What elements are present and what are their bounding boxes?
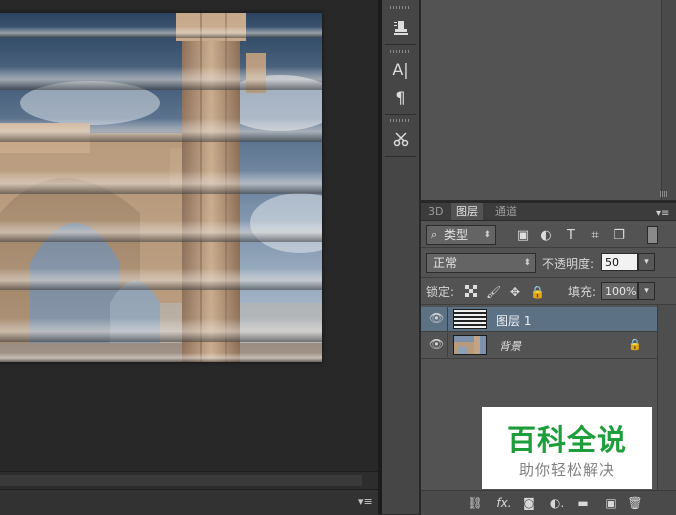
collapsed-panel-strip: A| ¶ [382,0,420,514]
strip-separator [385,44,416,45]
image-filter-icon[interactable]: ▣ [515,228,531,244]
smart-object-filter-icon[interactable]: ❐ [611,228,627,244]
layers-scrollbar[interactable] [657,305,676,490]
opacity-dropdown-icon[interactable]: ▾ [638,253,655,271]
new-adjustment-layer-icon[interactable]: ◐. [548,494,566,512]
blend-mode-select[interactable]: 正常 ⬍ [426,253,536,273]
row-separator [421,304,676,305]
search-icon: ⌕ [431,228,438,241]
lock-transparent-icon[interactable] [464,285,478,299]
fill-dropdown-icon[interactable]: ▾ [638,282,655,300]
document-status-bar: ▾≡ [0,489,378,515]
watermark-title: 百科全说 [506,423,627,457]
row-divider [447,307,448,331]
lock-label: 锁定: [426,285,455,299]
tool-presets-icon[interactable] [388,127,413,151]
new-group-icon[interactable]: ▬ [574,494,592,512]
layer-name[interactable]: 图层 1 [496,312,531,329]
layer-thumbnail-ruins [453,335,487,355]
watermark-subtitle: 助你轻松解决 [518,461,615,479]
layer-name[interactable]: 背景 [499,338,521,354]
opacity-label: 不透明度: [542,257,595,271]
tab-3d[interactable]: 3D [423,203,448,220]
delete-layer-icon[interactable]: 🗑 [626,494,644,512]
document-canvas-area[interactable]: ▾≡ [0,0,378,515]
row-separator [421,277,676,278]
tab-channels[interactable]: 通道 [490,203,522,220]
chevron-updown-icon: ⬍ [523,258,531,268]
strip-grip[interactable] [390,119,410,122]
layer-row-background[interactable]: 👁 背景 🔒 [421,333,657,357]
status-bar-menu-icon[interactable]: ▾≡ [358,495,373,508]
row-separator [421,358,657,359]
row-separator [421,247,676,248]
adjustment-filter-icon[interactable]: ◐ [538,228,554,244]
layer-style-icon[interactable]: fx. [495,494,513,512]
visibility-eye-icon[interactable]: 👁 [429,312,444,324]
row-separator [421,331,657,332]
watermark-logo: 百科全说 助你轻松解决 [482,407,652,489]
visibility-eye-icon[interactable]: 👁 [429,338,444,350]
lock-image-icon[interactable]: 🖌 [486,285,501,299]
strip-grip[interactable] [390,6,410,9]
chevron-updown-icon: ⬍ [483,230,491,240]
upper-panel-scrollbar[interactable] [661,0,676,200]
lock-all-icon[interactable]: 🔒 [530,285,545,299]
shape-filter-icon[interactable]: ⌗ [587,228,603,244]
photo-ruins-blinds-effect [0,13,322,362]
fill-input[interactable]: 100% [601,282,638,300]
clone-source-icon[interactable] [388,16,413,40]
paragraph-icon[interactable]: ¶ [388,86,413,110]
layers-bottom-toolbar: ⛓ fx. ◙ ◐. ▬ ▣ 🗑 [421,490,676,515]
link-layers-icon[interactable]: ⛓ [466,494,484,512]
layer-row-layer1[interactable]: 👁 图层 1 [421,307,657,331]
new-layer-icon[interactable]: ▣ [602,494,620,512]
scrollbar-thumb[interactable] [0,475,362,486]
panel-tab-bar: 3D 图层 通道 ▾≡ [421,203,676,221]
horizontal-scrollbar[interactable] [0,471,378,490]
layer-thumbnail-blinds [453,309,487,329]
panel-menu-icon[interactable]: ▾≡ [656,205,670,219]
upper-panel [421,0,676,200]
type-filter-icon[interactable]: T [563,228,579,244]
strip-separator [385,114,416,115]
lock-position-icon[interactable]: ✥ [508,285,522,299]
filter-toggle-switch[interactable] [647,226,658,244]
strip-separator [385,156,416,157]
document-image[interactable] [0,13,322,362]
character-icon[interactable]: A| [388,58,413,82]
add-mask-icon[interactable]: ◙ [520,494,538,512]
row-divider [447,333,448,357]
tab-layers[interactable]: 图层 [451,203,483,220]
layer-filter-select[interactable]: ⌕ 类型 ⬍ [426,225,496,245]
fill-label: 填充: [568,285,597,299]
opacity-input[interactable]: 50 [601,253,638,271]
strip-grip[interactable] [390,50,410,53]
panel-resize-grip[interactable] [660,191,668,197]
layer-lock-icon: 🔒 [628,338,642,351]
